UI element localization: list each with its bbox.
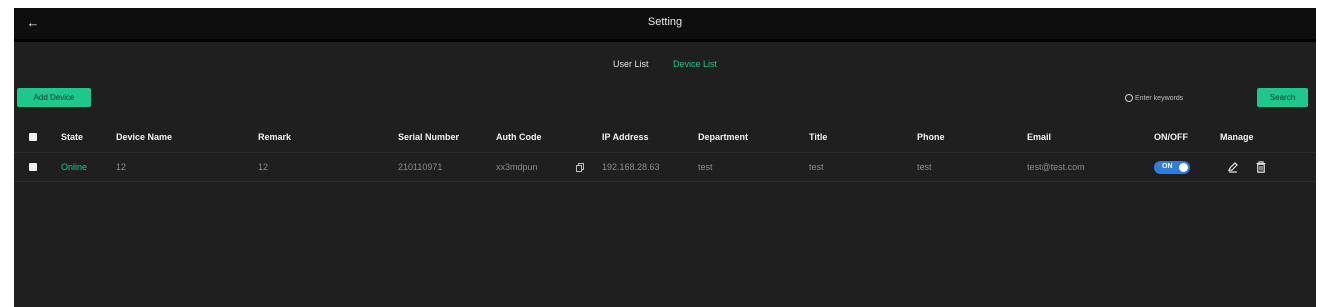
column-header-department: Department: [698, 132, 749, 142]
tab-user-list[interactable]: User List: [613, 59, 649, 69]
table-row: Online 12 12 210110971 xx3mdpun 192.168.…: [14, 153, 1316, 182]
top-bar: ← Setting: [14, 8, 1316, 42]
search-input[interactable]: [1135, 92, 1231, 104]
column-header-state: State: [61, 132, 84, 142]
column-header-remark: Remark: [258, 132, 292, 142]
column-header-title: Title: [809, 132, 828, 142]
column-header-serial-number: Serial Number: [398, 132, 460, 142]
column-header-phone: Phone: [917, 132, 945, 142]
column-header-manage: Manage: [1220, 132, 1254, 142]
column-header-ip-address: IP Address: [602, 132, 649, 142]
tab-bar: User List Device List: [14, 59, 1316, 69]
tab-device-list[interactable]: Device List: [673, 59, 717, 69]
column-header-auth-code: Auth Code: [496, 132, 542, 142]
row-checkbox[interactable]: [29, 163, 37, 171]
table-header: State Device Name Remark Serial Number A…: [14, 122, 1316, 153]
column-header-on-off: ON/OFF: [1154, 132, 1188, 142]
ip-address-cell: 192.168.28.63: [602, 162, 660, 172]
serial-number-cell: 210110971: [398, 162, 443, 172]
toggle-label: ON: [1162, 162, 1173, 170]
settings-window: ← Setting User List Device List Add Devi…: [14, 8, 1316, 307]
department-cell: test: [698, 162, 713, 172]
column-header-email: Email: [1027, 132, 1052, 142]
add-device-button[interactable]: Add Device: [17, 88, 91, 107]
edit-icon[interactable]: [1227, 161, 1239, 173]
auth-code-cell: xx3mdpun: [496, 162, 538, 172]
copy-auth-code-button[interactable]: [576, 153, 584, 181]
title-cell: test: [809, 162, 824, 172]
on-off-toggle[interactable]: ON: [1154, 160, 1190, 174]
column-header-device-name: Device Name: [116, 132, 173, 142]
email-cell: test@test.com: [1027, 162, 1085, 172]
search-box: [1117, 92, 1237, 106]
select-all-checkbox[interactable]: [29, 133, 37, 141]
device-name-cell: 12: [116, 162, 127, 172]
phone-cell: test: [917, 162, 932, 172]
trash-icon[interactable]: [1255, 161, 1267, 173]
page-title: Setting: [647, 16, 683, 28]
toggle-knob: [1179, 162, 1188, 172]
search-button[interactable]: Search: [1257, 88, 1308, 107]
status-badge: Online: [61, 162, 88, 172]
copy-icon: [576, 162, 584, 172]
remark-cell: 12: [258, 162, 269, 172]
search-icon: [1125, 94, 1133, 102]
